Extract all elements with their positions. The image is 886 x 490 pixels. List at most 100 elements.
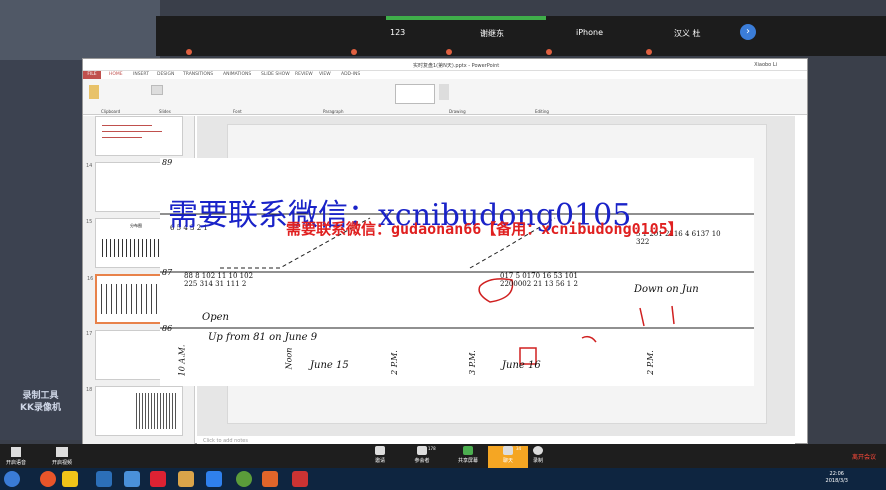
tab-slideshow[interactable]: SLIDE SHOW: [261, 72, 290, 77]
record-label: 录制: [532, 458, 543, 464]
chart-preview: [136, 393, 176, 429]
qq-icon[interactable]: [62, 471, 78, 487]
ribbon-tabs: FILE HOME INSERT DESIGN TRANSITIONS ANIM…: [83, 71, 807, 79]
tab-design[interactable]: DESIGN: [157, 72, 174, 77]
media-icon[interactable]: [124, 471, 140, 487]
record-icon: [533, 446, 543, 455]
invite-label: 邀请: [374, 458, 385, 464]
time-label: 2 P.M.: [389, 350, 399, 375]
browser-icon[interactable]: [40, 471, 56, 487]
file-tab[interactable]: FILE: [83, 71, 101, 79]
video-label: 开启视频: [52, 460, 73, 466]
app-icon[interactable]: [262, 471, 278, 487]
group-drawing: Drawing: [449, 109, 466, 114]
price-label: 87: [162, 268, 173, 277]
participants-button[interactable]: 参会者 178: [402, 446, 442, 464]
share-screen-button[interactable]: 共享屏幕: [448, 446, 488, 464]
app-icon[interactable]: [292, 471, 308, 487]
tape-figures: 017 5 0170 16 53 101 2200002 21 13 56 1 …: [500, 272, 578, 288]
participants-count: 178: [428, 446, 436, 451]
tab-insert[interactable]: INSERT: [133, 72, 149, 77]
slide-number: 18: [86, 387, 93, 393]
slide-thumbnail[interactable]: 18: [86, 386, 183, 436]
folder-icon[interactable]: [178, 471, 194, 487]
share-screen-icon: [463, 446, 473, 455]
price-label: 89: [162, 158, 173, 167]
invite-button[interactable]: 邀请: [360, 446, 400, 464]
recorder-line2: KK录像机: [20, 403, 61, 413]
voice-toggle-button[interactable]: 开启语音: [6, 447, 26, 466]
recorder-line1: 录制工具: [22, 391, 59, 401]
slide-number: 16: [87, 276, 94, 282]
speaking-indicator: [386, 16, 546, 20]
group-paragraph: Paragraph: [323, 109, 344, 114]
microphone-icon: [11, 447, 21, 457]
video-participants-bar: 123 谢继东 iPhone 汉义 杜 ›: [156, 16, 886, 56]
time-label: Noon: [284, 347, 294, 370]
date-label: June 15: [310, 360, 349, 371]
leave-meeting-button[interactable]: 离开会议: [852, 452, 876, 461]
mic-icon: [546, 49, 552, 55]
tab-animations[interactable]: ANIMATIONS: [223, 72, 251, 77]
mic-icon: [646, 49, 652, 55]
start-icon[interactable]: [4, 471, 20, 487]
slide-number: 15: [86, 219, 93, 225]
paste-icon[interactable]: [89, 85, 99, 99]
date-label: June 16: [502, 360, 541, 371]
app-icon[interactable]: [206, 471, 222, 487]
tape-figures: 88 8 102 11 10 102 225 314 31 111 2: [184, 272, 254, 288]
text-line: [102, 137, 142, 138]
price-label: 86: [162, 324, 173, 333]
slide-thumbnail[interactable]: [95, 116, 183, 156]
participant-tab[interactable]: 123: [390, 28, 405, 37]
record-button[interactable]: 录制: [518, 446, 558, 464]
blurred-region: [0, 60, 82, 440]
app-icon[interactable]: [236, 471, 252, 487]
mic-icon: [186, 49, 192, 55]
slide-number: 14: [86, 163, 93, 169]
time-label: 2 P.M.: [645, 350, 655, 375]
tab-review[interactable]: REVIEW: [295, 72, 313, 77]
system-clock[interactable]: 22:06 2018/3/3: [826, 471, 848, 485]
chat-label: 聊天: [502, 458, 513, 464]
tab-view[interactable]: VIEW: [319, 72, 331, 77]
camera-icon: [56, 447, 68, 457]
clock-time: 22:06: [829, 471, 844, 477]
group-font: Font: [233, 109, 242, 114]
slide-number: 17: [86, 331, 93, 337]
video-toggle-button[interactable]: 开启视频: [52, 447, 72, 466]
voice-label: 开启语音: [6, 460, 27, 466]
arrange-icon[interactable]: [439, 84, 449, 100]
chat-icon: [503, 446, 513, 455]
next-arrow-icon[interactable]: ›: [740, 24, 756, 40]
participant-tab[interactable]: 汉义 杜: [674, 28, 701, 39]
blurred-region: [0, 0, 160, 60]
meeting-toolbar: 邀请 参会者 178 共享屏幕 聊天 34 录制 离开会议: [0, 444, 886, 468]
shapes-gallery[interactable]: [395, 84, 435, 104]
up-annotation: Up from 81 on June 9: [208, 332, 318, 343]
group-clipboard: Clipboard: [101, 109, 121, 114]
time-label: 10 A.M.: [177, 344, 187, 377]
ribbon-toolbar: Clipboard Slides Font Paragraph Drawing …: [83, 79, 807, 115]
watermark-red: 需要联系微信：gudaonan66【备用：xcnibudong0105】: [286, 220, 683, 238]
clock-date: 2018/3/3: [825, 478, 848, 484]
group-slides: Slides: [159, 109, 171, 114]
invite-icon: [375, 446, 385, 455]
tab-addins[interactable]: ADD-INS: [341, 72, 360, 77]
tab-home[interactable]: HOME: [109, 72, 123, 77]
participants-label: 参会者: [414, 458, 430, 464]
participant-tab[interactable]: 谢继东: [480, 28, 504, 39]
user-name[interactable]: Xiaobo Li: [754, 62, 777, 68]
window-titlebar: 实时复盘1(第N天).pptx - PowerPoint Xiaobo Li: [83, 59, 807, 71]
app-icon[interactable]: [96, 471, 112, 487]
participant-tab[interactable]: iPhone: [576, 28, 603, 37]
new-slide-icon[interactable]: [151, 85, 163, 95]
app-icon[interactable]: [150, 471, 166, 487]
share-label: 共享屏幕: [457, 458, 478, 464]
participants-icon: [417, 446, 427, 455]
open-annotation: Open: [202, 312, 229, 323]
window-title: 实时复盘1(第N天).pptx - PowerPoint: [413, 63, 500, 69]
text-line: [102, 125, 152, 126]
tab-transitions[interactable]: TRANSITIONS: [183, 72, 213, 77]
mic-icon: [351, 49, 357, 55]
